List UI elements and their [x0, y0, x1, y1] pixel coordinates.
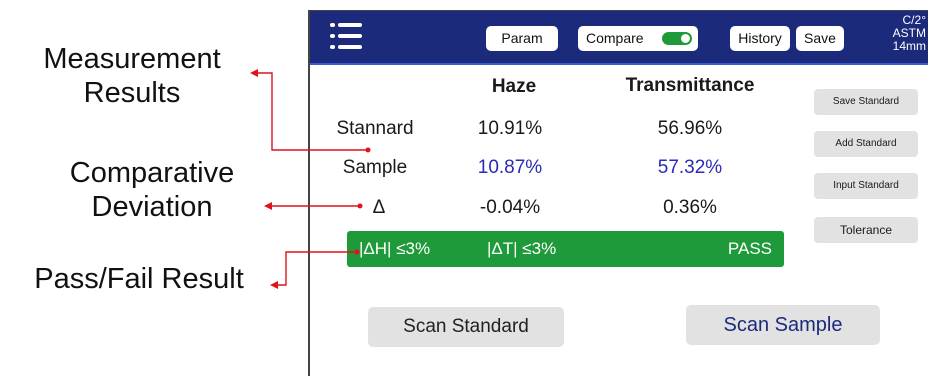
arrowhead-icon	[264, 202, 272, 210]
compare-toggle[interactable]	[662, 32, 692, 45]
pass-fail-bar: |ΔH| ≤3% |ΔT| ≤3% PASS	[347, 231, 784, 267]
add-standard-button[interactable]: Add Standard	[814, 131, 918, 157]
aperture-size: 14mm	[892, 39, 926, 53]
menu-icon[interactable]	[330, 21, 364, 53]
menu-icon-dot	[330, 45, 335, 49]
delta-haze-value: -0.04%	[479, 197, 541, 218]
compare-button[interactable]: Compare	[578, 26, 698, 51]
header-transmittance: Transmittance	[625, 75, 755, 96]
header-haze: Haze	[491, 76, 537, 97]
standard-transmittance-value: 56.96%	[657, 118, 723, 139]
menu-icon-line	[338, 23, 362, 27]
annotation-text: Comparative Deviation	[69, 157, 235, 223]
tolerance-button[interactable]: Tolerance	[814, 217, 918, 243]
pass-status: PASS	[727, 239, 772, 258]
annotation-text: Pass/Fail Result	[34, 263, 244, 295]
arrowhead-icon	[270, 281, 278, 289]
menu-icon-line	[338, 34, 362, 38]
param-button[interactable]: Param	[486, 26, 558, 51]
row-label-delta: Δ	[372, 197, 386, 218]
annotation-comparative-deviation: Comparative Deviation	[42, 156, 262, 224]
device-screen: Param Compare History Save C/2° ASTM 14m…	[308, 10, 928, 376]
sample-transmittance-value: 57.32%	[657, 157, 723, 178]
row-label-standard: Stannard	[336, 118, 414, 139]
scan-standard-button[interactable]: Scan Standard	[368, 307, 564, 347]
compare-label: Compare	[586, 30, 644, 46]
save-button[interactable]: Save	[796, 26, 844, 51]
history-button[interactable]: History	[730, 26, 790, 51]
toggle-knob	[681, 34, 690, 43]
transmittance-tolerance: |ΔT| ≤3%	[487, 239, 557, 258]
input-standard-button[interactable]: Input Standard	[814, 173, 918, 199]
annotation-text: Measurement Results	[43, 43, 221, 109]
sample-haze-value: 10.87%	[477, 157, 543, 178]
measurement-settings: C/2° ASTM 14mm	[856, 14, 926, 53]
row-label-sample: Sample	[342, 157, 408, 178]
top-bar: Param Compare History Save C/2° ASTM 14m…	[310, 11, 928, 65]
menu-icon-line	[338, 45, 362, 49]
standard-haze-value: 10.91%	[477, 118, 543, 139]
menu-icon-dot	[330, 34, 335, 38]
menu-icon-dot	[330, 23, 335, 27]
haze-tolerance: |ΔH| ≤3%	[359, 239, 431, 258]
annotation-measurement-results: Measurement Results	[12, 42, 252, 110]
scan-sample-button[interactable]: Scan Sample	[686, 305, 880, 345]
delta-transmittance-value: 0.36%	[663, 197, 717, 218]
annotation-pass-fail-result: Pass/Fail Result	[8, 262, 270, 296]
save-standard-button[interactable]: Save Standard	[814, 89, 918, 115]
